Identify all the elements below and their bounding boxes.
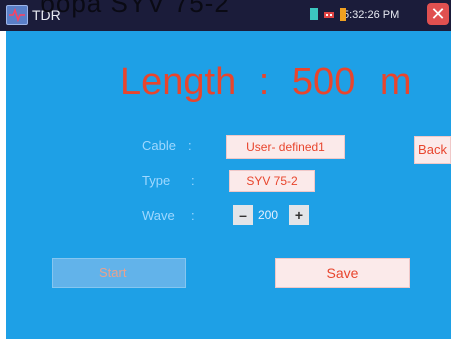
overlay-caption: бора SYV 75-2 xyxy=(40,0,230,18)
cable-label: Cable xyxy=(142,138,176,153)
close-icon: ✕ xyxy=(430,4,446,24)
start-button[interactable]: Start xyxy=(52,258,186,288)
length-separator: : xyxy=(258,61,270,103)
length-readout: Length : 500 m xyxy=(120,58,412,106)
sd-card-icon xyxy=(310,8,318,20)
wave-decrement-button[interactable]: – xyxy=(233,205,253,225)
clock: 5:32:26 PM xyxy=(343,9,400,21)
status-icons xyxy=(310,8,346,21)
close-button[interactable]: ✕ xyxy=(427,3,449,25)
back-button[interactable]: Back xyxy=(414,136,451,164)
cable-select-button[interactable]: User- defined1 xyxy=(226,135,345,159)
type-select-button[interactable]: SYV 75-2 xyxy=(229,170,315,192)
length-unit: m xyxy=(379,61,412,103)
wave-label: Wave xyxy=(142,208,175,223)
tdr-app-icon[interactable] xyxy=(6,5,28,25)
wave-colon: : xyxy=(191,208,195,223)
cable-colon: : xyxy=(188,138,192,153)
save-button[interactable]: Save xyxy=(275,258,410,288)
type-colon: : xyxy=(191,173,195,188)
length-label: Length xyxy=(120,61,237,103)
length-value: 500 xyxy=(291,61,356,103)
battery-icon xyxy=(340,8,346,21)
usb-icon xyxy=(323,8,335,20)
wave-value: 200 xyxy=(258,208,279,222)
wave-increment-button[interactable]: + xyxy=(289,205,309,225)
type-label: Type xyxy=(142,173,171,188)
